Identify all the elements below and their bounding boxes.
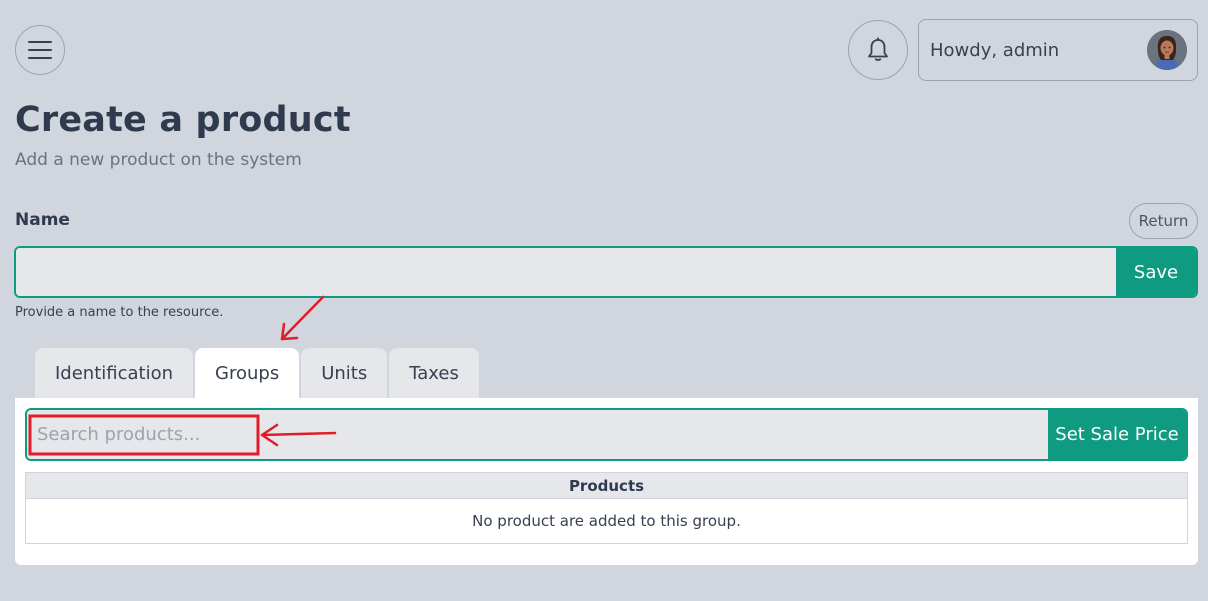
name-help-text: Provide a name to the resource. — [15, 305, 224, 320]
table-row: No product are added to this group. — [25, 498, 1188, 544]
return-button[interactable]: Return — [1129, 203, 1198, 239]
name-input[interactable] — [16, 248, 1116, 296]
annotation-arrowhead-groups — [280, 322, 299, 341]
set-sale-price-button[interactable]: Set Sale Price — [1048, 410, 1186, 459]
product-search-group: Set Sale Price — [25, 408, 1188, 461]
user-greeting: Howdy, admin — [930, 39, 1060, 61]
hamburger-icon — [28, 41, 52, 59]
annotation-arrow-to-groups-tab — [280, 295, 325, 341]
products-table: Products No product are added to this gr… — [25, 472, 1188, 544]
groups-panel: Set Sale Price Products No product are a… — [15, 398, 1198, 565]
tab-groups[interactable]: Groups — [195, 348, 300, 398]
avatar-icon — [1147, 30, 1187, 70]
notifications-button[interactable] — [848, 20, 908, 80]
page-title: Create a product — [15, 100, 351, 140]
user-avatar — [1147, 30, 1187, 70]
search-products-input[interactable] — [27, 410, 1048, 459]
save-button[interactable]: Save — [1116, 248, 1196, 296]
empty-state-message: No product are added to this group. — [25, 498, 1188, 544]
bell-icon — [868, 37, 888, 61]
table-header-row: Products — [25, 472, 1188, 499]
tab-bar: Identification Groups Units Taxes — [35, 348, 479, 398]
tab-taxes[interactable]: Taxes — [389, 348, 479, 398]
menu-toggle-button[interactable] — [15, 25, 65, 75]
products-column-header: Products — [25, 472, 1188, 499]
user-menu[interactable]: Howdy, admin — [918, 19, 1198, 81]
tab-identification[interactable]: Identification — [35, 348, 194, 398]
page-subtitle: Add a new product on the system — [15, 150, 302, 170]
tab-units[interactable]: Units — [301, 348, 388, 398]
name-label: Name — [15, 210, 70, 230]
name-field-group: Save — [14, 246, 1198, 298]
